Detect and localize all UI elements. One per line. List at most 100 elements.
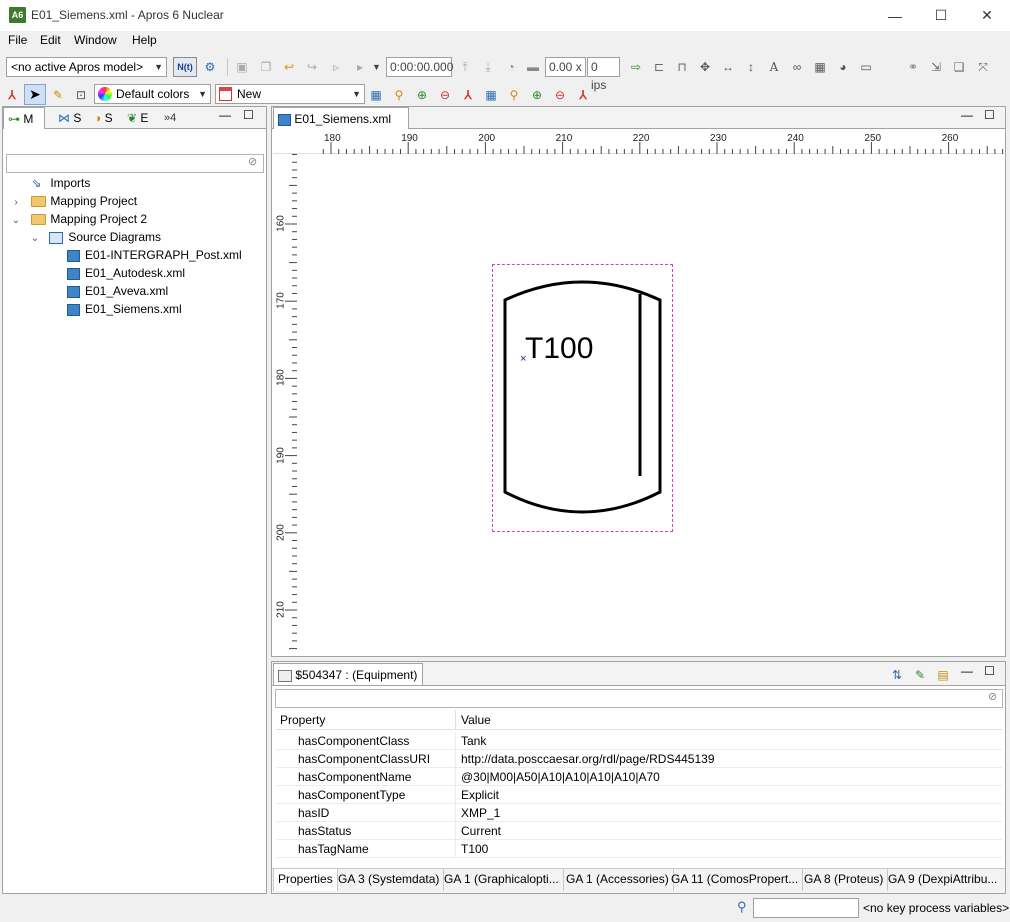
column-header-property[interactable]: Property <box>280 710 325 730</box>
page-icon[interactable]: ▭ <box>858 59 874 75</box>
tab-s2[interactable]: ◑ S <box>94 107 113 129</box>
table-icon[interactable]: ▦ <box>368 87 384 103</box>
tab-ga11-comosproperties[interactable]: GA 11 (ComosPropert... <box>667 869 804 891</box>
layers-icon[interactable]: ❏ <box>951 59 967 75</box>
align-top-icon[interactable]: ⊓ <box>674 59 690 75</box>
clock-icon[interactable]: ◔ <box>503 59 519 75</box>
text-icon[interactable]: A <box>766 59 782 75</box>
tree-item-source-diagrams[interactable]: ⌄ Source Diagrams <box>29 228 161 246</box>
tab-ga8-proteus[interactable]: GA 8 (Proteus) <box>800 869 889 891</box>
property-value[interactable]: @30|M00|A50|A10|A10|A10|A10|A70 <box>461 768 660 786</box>
menu-help[interactable]: Help <box>132 33 157 47</box>
undo-icon[interactable]: ↩ <box>281 59 297 75</box>
tree-item-imports[interactable]: ⇘ Imports <box>10 174 90 192</box>
ips-field[interactable]: 0 ips <box>587 57 620 92</box>
property-value[interactable]: XMP_1 <box>461 804 500 822</box>
tree-item-diagram[interactable]: E01_Siemens.xml <box>67 300 182 318</box>
table-row[interactable]: hasComponentType Explicit <box>276 786 1002 804</box>
properties-filter-input[interactable] <box>275 689 1003 708</box>
close-button[interactable]: ✕ <box>964 0 1010 31</box>
zoom-out-icon[interactable]: ⊖ <box>437 87 453 103</box>
tab-overflow[interactable]: »4 <box>164 107 176 129</box>
ic-up-icon[interactable]: ⤒ <box>457 59 473 75</box>
fit-icon[interactable]: ⤧ <box>975 59 991 75</box>
settings-icon[interactable]: ▤ <box>935 667 951 683</box>
tree-item-diagram[interactable]: E01_Autodesk.xml <box>67 264 185 282</box>
link-icon[interactable]: ∞ <box>789 59 805 75</box>
menu-edit[interactable]: Edit <box>40 33 61 47</box>
table-row[interactable]: hasID XMP_1 <box>276 804 1002 822</box>
tank-symbol[interactable]: × <box>492 264 673 532</box>
pencil-icon[interactable]: ✎ <box>50 87 66 103</box>
model-icon[interactable]: ⚙ <box>202 59 218 75</box>
model-combo[interactable]: <no active Apros model> ▼ <box>6 57 167 77</box>
import-icon[interactable]: ⇲ <box>928 59 944 75</box>
clear-filter-icon[interactable]: ⊘ <box>248 155 257 168</box>
image-icon[interactable]: ▦ <box>812 59 828 75</box>
select-tool-button[interactable]: ➤ <box>24 84 46 105</box>
tree-filter-input[interactable] <box>6 154 264 173</box>
zoom-out-icon-2[interactable]: ⊖ <box>552 87 568 103</box>
tree-item-mapping-project[interactable]: › Mapping Project <box>10 192 137 210</box>
step-icon[interactable]: ▹ <box>328 59 344 75</box>
chevron-down-icon[interactable]: ⌄ <box>29 230 41 248</box>
ic-down-icon[interactable]: ⤓ <box>480 59 496 75</box>
menu-window[interactable]: Window <box>74 33 117 47</box>
minimize-button[interactable]: — <box>872 0 918 31</box>
zoom-icon-2[interactable]: ⚲ <box>506 87 522 103</box>
vertical-resize-icon[interactable]: ↕ <box>743 59 759 75</box>
database-icon[interactable]: ▣ <box>234 59 250 75</box>
tab-ga1-accessories[interactable]: GA 1 (Accessories) <box>562 869 674 891</box>
property-value[interactable]: T100 <box>461 840 488 858</box>
maximize-view-icon[interactable]: ☐ <box>984 664 995 678</box>
monitor-icon[interactable]: ▬ <box>525 59 541 75</box>
horizontal-resize-icon[interactable]: ↔ <box>720 59 736 75</box>
run-dropdown-icon[interactable]: ▼ <box>372 62 381 72</box>
maximize-view-icon[interactable]: ☐ <box>243 108 254 122</box>
chart-icon[interactable]: ◕ <box>835 59 851 75</box>
tree-item-diagram[interactable]: E01_Aveva.xml <box>67 282 168 300</box>
pdf-export-icon[interactable]: ⅄ <box>460 87 476 103</box>
chevron-down-icon[interactable]: ⌄ <box>10 212 22 230</box>
tab-s1[interactable]: ⋈ S <box>58 107 81 129</box>
tab-e[interactable]: ❦ E <box>127 107 148 129</box>
minimize-view-icon[interactable]: — <box>219 108 231 122</box>
tree-item-mapping-project-2[interactable]: ⌄ Mapping Project 2 <box>10 210 147 228</box>
redo-icon[interactable]: ↪ <box>304 59 320 75</box>
column-header-value[interactable]: Value <box>461 710 491 730</box>
table-row[interactable]: hasComponentName @30|M00|A50|A10|A10|A10|… <box>276 768 1002 786</box>
edit-icon[interactable]: ✎ <box>912 667 928 683</box>
key-variable-search-input[interactable] <box>753 898 859 918</box>
maximize-button[interactable]: ☐ <box>918 0 964 31</box>
menu-file[interactable]: File <box>8 33 27 47</box>
property-value[interactable]: Explicit <box>461 786 499 804</box>
maximize-view-icon[interactable]: ☐ <box>984 108 995 122</box>
tab-model[interactable]: ⊶ M <box>3 107 45 129</box>
export-icon[interactable]: ⇨ <box>628 59 644 75</box>
chain-icon[interactable]: ⚭ <box>905 59 921 75</box>
tab-properties[interactable]: Properties <box>273 869 338 891</box>
property-value[interactable]: Current <box>461 822 501 840</box>
save-copy-icon[interactable]: ❐ <box>258 59 274 75</box>
minimize-view-icon[interactable]: — <box>961 664 973 678</box>
tab-ga3-systemdata[interactable]: GA 3 (Systemdata) <box>334 869 445 891</box>
table-icon-2[interactable]: ▦ <box>483 87 499 103</box>
table-row[interactable]: hasComponentClass Tank <box>276 732 1002 750</box>
clear-filter-icon[interactable]: ⊘ <box>988 690 997 703</box>
tab-properties-equipment[interactable]: $504347 : (Equipment) <box>273 663 423 685</box>
tank-label[interactable]: T100 <box>525 332 593 366</box>
align-left-icon[interactable]: ⊏ <box>651 59 667 75</box>
connection-icon[interactable]: ⊡ <box>73 87 89 103</box>
sort-az-icon[interactable]: ⇅ <box>889 667 905 683</box>
tab-ga9-dexpiattributes[interactable]: GA 9 (DexpiAttribu... <box>884 869 1001 891</box>
tree-item-diagram[interactable]: E01-INTERGRAPH_Post.xml <box>67 246 242 264</box>
n-button[interactable]: N(t) <box>173 57 197 77</box>
table-row[interactable]: hasComponentClassURI http://data.posccaes… <box>276 750 1002 768</box>
run-icon[interactable]: ▸ <box>352 59 368 75</box>
speed-field[interactable]: 0.00 x <box>545 57 586 77</box>
property-value[interactable]: Tank <box>461 732 486 750</box>
tab-ga1-graphicaloptions[interactable]: GA 1 (Graphicalopti... <box>440 869 564 891</box>
tab-editor-e01-siemens[interactable]: E01_Siemens.xml ⊠ <box>273 107 409 148</box>
table-row[interactable]: hasTagName T100 <box>276 840 1002 858</box>
time-field[interactable]: 0:00:00.000 <box>386 57 453 77</box>
